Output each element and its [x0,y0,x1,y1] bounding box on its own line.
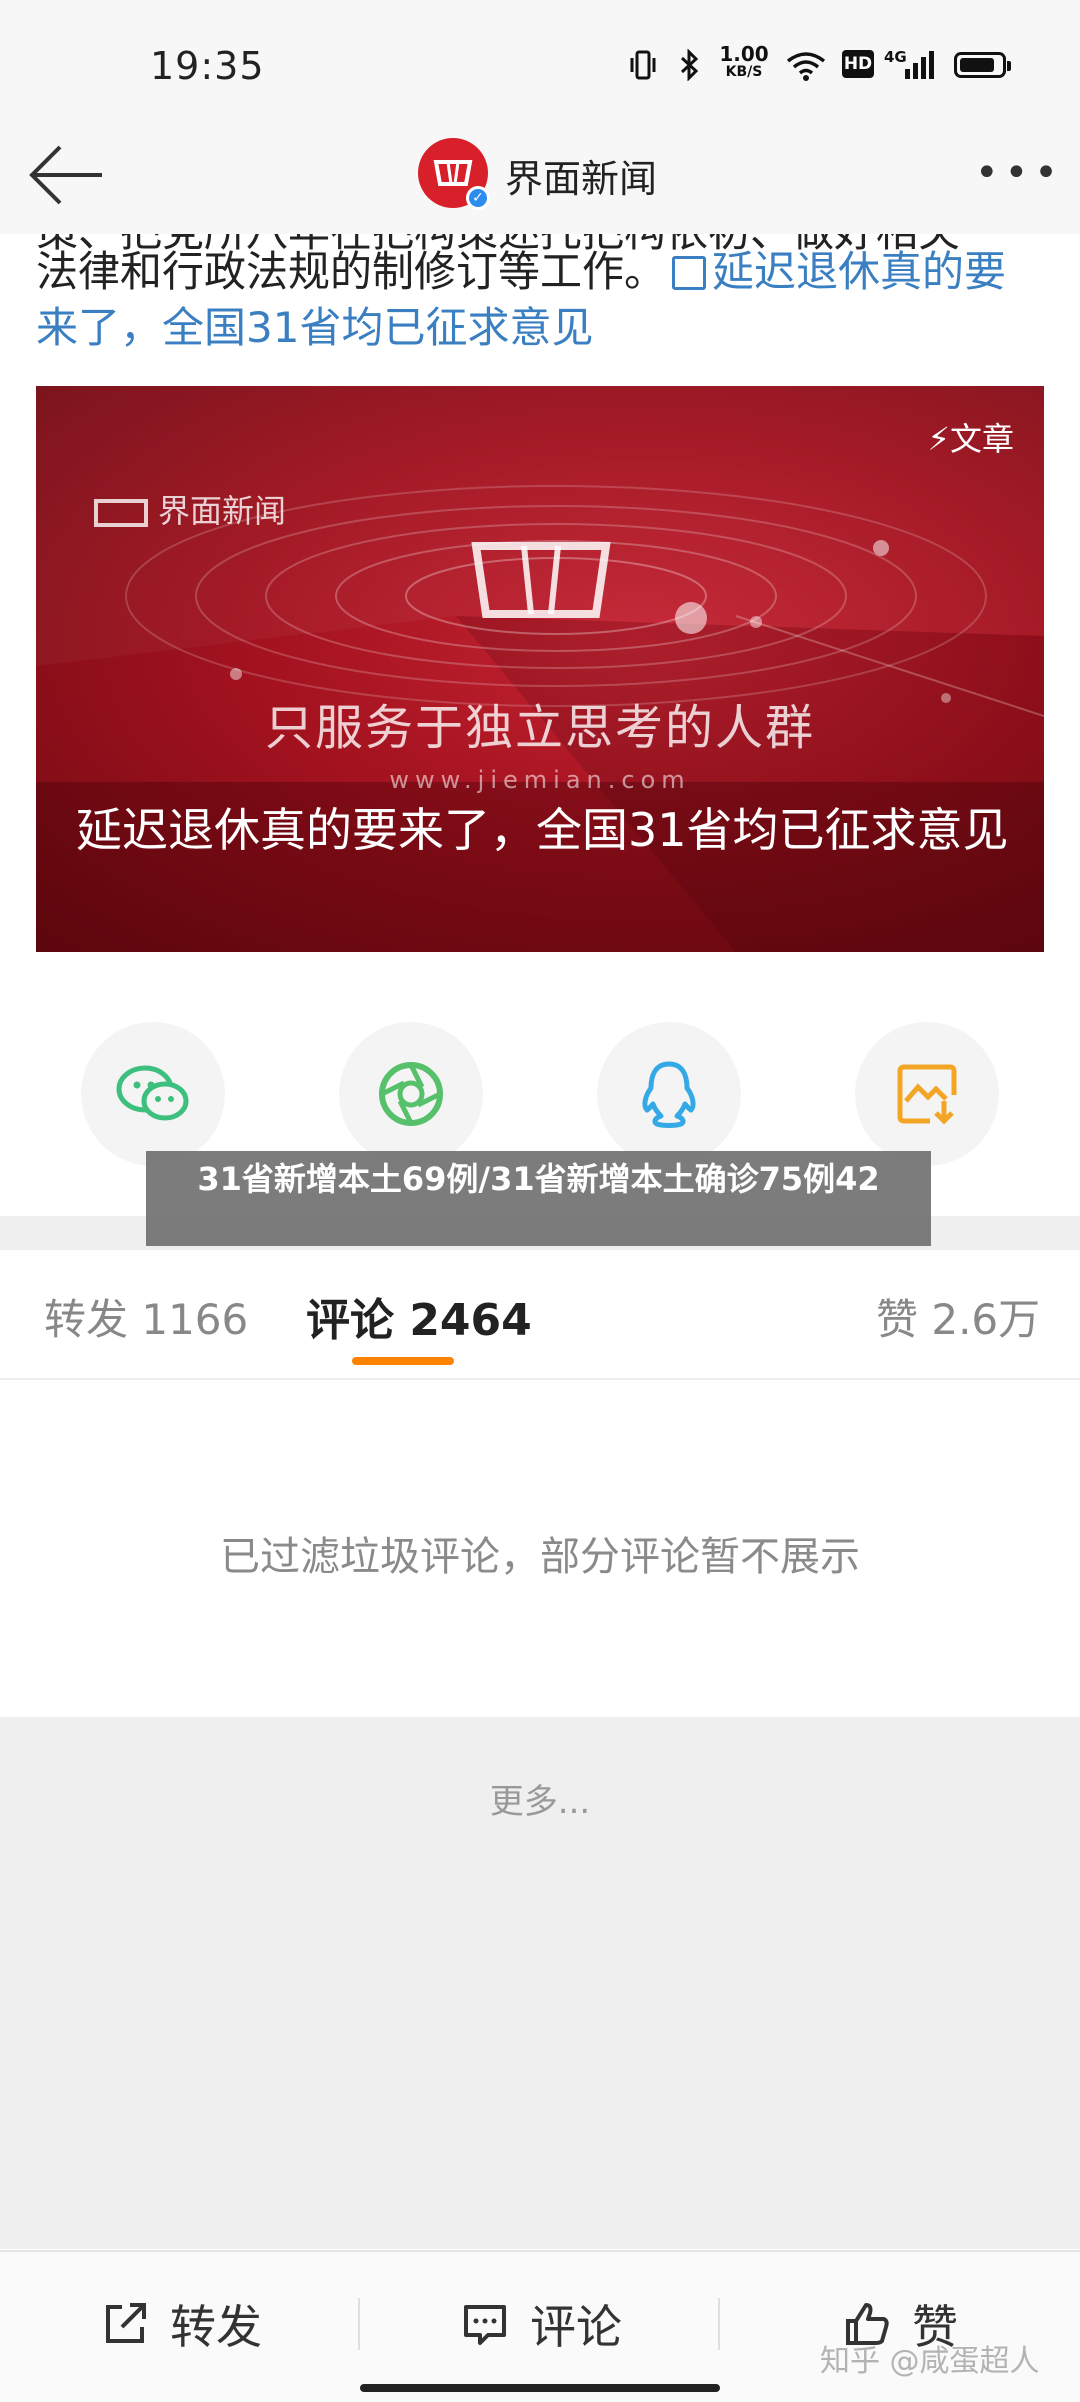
save-image-icon [897,1064,957,1125]
verified-icon: ✓ [466,186,490,210]
more-icon[interactable]: ••• [975,150,1064,196]
comment-icon [464,2305,506,2345]
banner-caption: 延迟退休真的要来了，全国31省均已征求意见 [76,803,1009,857]
tab-like[interactable]: 赞 2.6万 [876,1286,1040,1347]
battery-icon [954,52,1011,78]
comment-label: 评论 [530,2300,622,2354]
tab-comment[interactable]: 评论 2464 [306,1284,532,1348]
bluetooth-icon [677,48,703,82]
article-type-tag: ⚡文章 [927,420,1014,458]
orbit-graphic [36,386,1044,952]
overlay-title: 31省新增本土69例/31省新增本土确诊75例42 [146,1151,931,1246]
status-time: 19:35 [150,44,265,88]
banner-slogan: 只服务于独立思考的人群 [264,700,815,756]
repost-button[interactable]: 转发 [100,2296,262,2354]
battery-level [960,58,994,72]
back-arrow[interactable] [24,130,114,220]
home-indicator[interactable] [360,2384,720,2392]
zhihu-watermark: 知乎 @咸蛋超人 [820,2344,1040,2379]
tab-repost[interactable]: 转发 1166 [44,1286,248,1347]
article-body: 策、把党所八年在把构策述托把构依初、做好相关 法律和行政法规的制修订等工作。延迟… [36,207,1046,356]
filtered-comments-notice: 已过滤垃圾评论，部分评论暂不展示 [220,1534,860,1580]
banner-url: www.jiemian.com [389,766,691,794]
network-speed: 1.00 KB/S [718,44,770,80]
wechat-icon [116,1065,189,1121]
share-out-icon [106,2303,146,2343]
signal-icon [894,48,936,82]
moments-icon [379,1062,443,1126]
more-link[interactable]: 更多... [0,1774,1080,1823]
network-speed-unit: KB/S [725,64,763,80]
active-tab-indicator [352,1357,454,1365]
comment-button[interactable]: 评论 [460,2296,622,2354]
article-banner[interactable]: 界面新闻 ⚡文章 只服务于独立思考的人群 www.jiemian.com 延迟退… [36,386,1044,952]
wifi-icon [784,48,828,82]
link-article-icon [672,256,707,290]
divider [718,2298,720,2350]
banner-logo-icon [94,499,148,527]
repost-label: 转发 [170,2300,262,2354]
header-title[interactable]: 界面新闻 [505,148,657,203]
divider [358,2298,360,2350]
share-wechat-button[interactable] [81,1022,225,1166]
battery-nub [1007,61,1011,71]
qq-icon [642,1061,696,1128]
share-moments-button[interactable] [339,1022,483,1166]
banner-brand-text: 界面新闻 [158,492,287,530]
vibrate-icon [628,48,658,82]
banner-brand-watermark: 界面新闻 [94,486,286,532]
share-qq-button[interactable] [597,1022,741,1166]
save-image-button[interactable] [855,1022,999,1166]
network-speed-value: 1.00 [719,42,769,66]
arrow-left-icon [29,145,102,205]
hd-badge: HD [842,50,874,78]
